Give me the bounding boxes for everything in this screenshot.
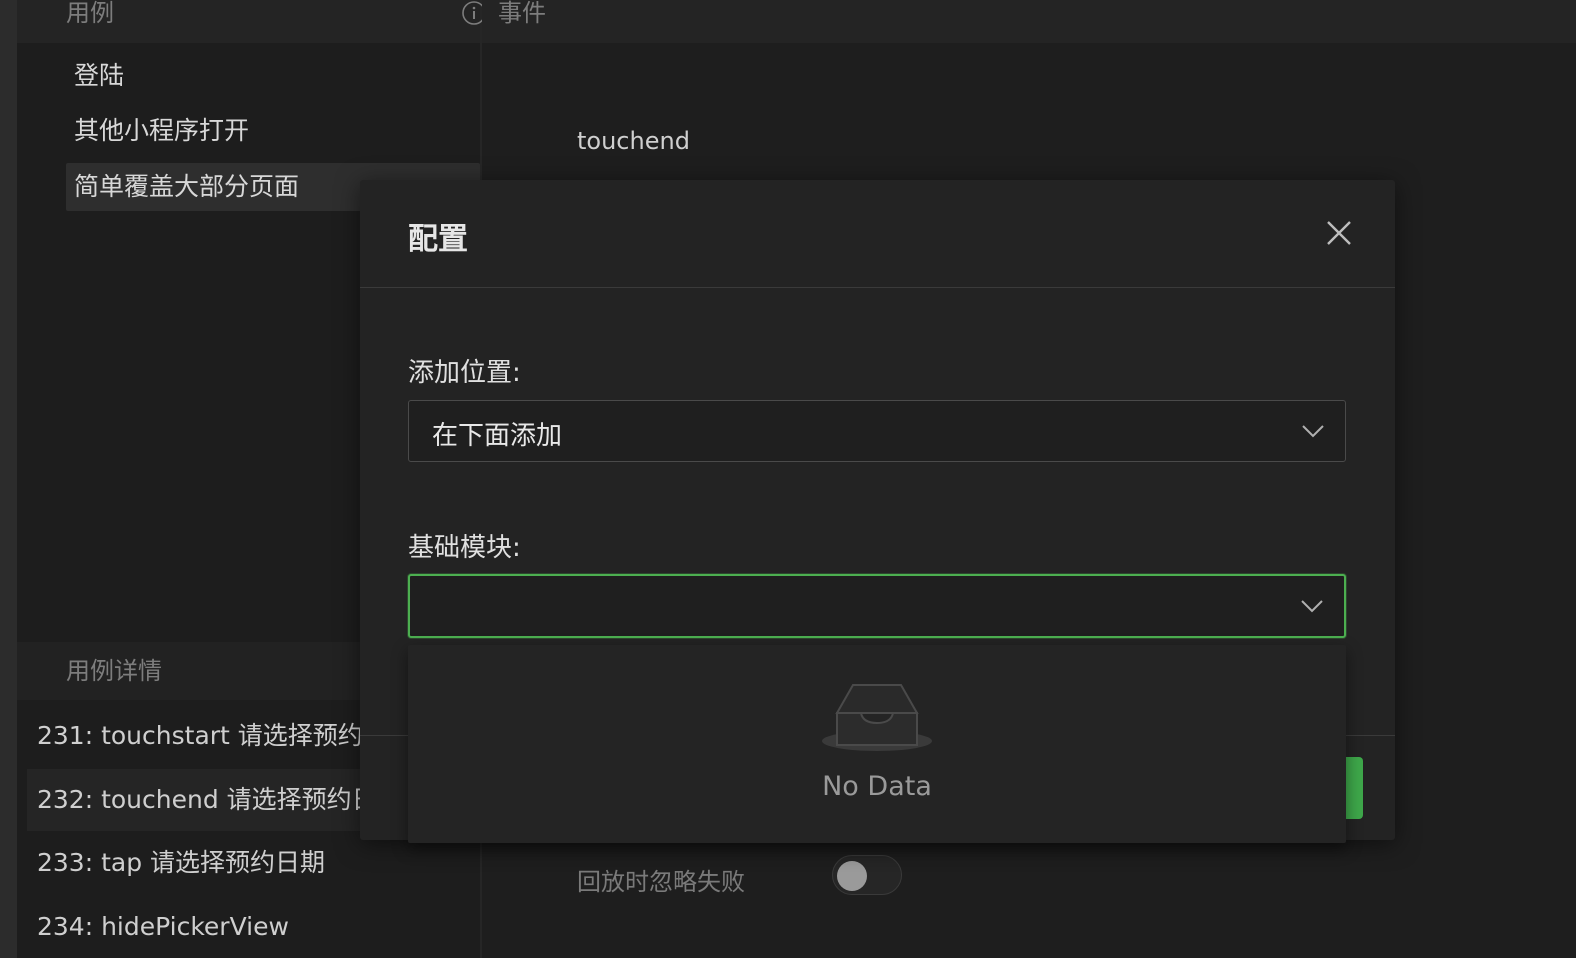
module-dropdown: No Data: [408, 645, 1346, 843]
close-icon[interactable]: [1326, 220, 1352, 246]
event-name: touchend: [577, 127, 690, 155]
left-edge-strip: [0, 0, 17, 958]
events-header: 事件: [482, 0, 1576, 43]
case-detail-title: 用例详情: [66, 657, 162, 685]
module-select[interactable]: [408, 574, 1346, 638]
detail-item-231[interactable]: 231: touchstart 请选择预约: [37, 721, 363, 751]
events-header-title: 事件: [498, 0, 546, 27]
case-item-simple-coverage[interactable]: 简单覆盖大部分页面: [74, 172, 299, 202]
position-label: 添加位置:: [408, 358, 521, 388]
modal-header-divider: [360, 287, 1395, 288]
case-item-login[interactable]: 登陆: [74, 61, 124, 91]
detail-item-234[interactable]: 234: hidePickerView: [37, 912, 289, 942]
case-item-open-miniprogram[interactable]: 其他小程序打开: [74, 116, 249, 146]
module-label: 基础模块:: [408, 533, 521, 563]
detail-item-232[interactable]: 232: touchend 请选择预约日: [37, 785, 377, 815]
position-select[interactable]: 在下面添加: [408, 400, 1346, 462]
empty-state-text: No Data: [822, 771, 932, 802]
detail-item-233[interactable]: 233: tap 请选择预约日期: [37, 848, 325, 878]
modal-title: 配置: [408, 222, 468, 257]
cases-header-title: 用例: [66, 0, 114, 27]
cases-header: 用例: [17, 0, 486, 43]
ignore-failure-toggle[interactable]: [832, 855, 902, 895]
toggle-knob: [837, 861, 867, 891]
empty-inbox-icon: [822, 684, 932, 751]
chevron-down-icon: [1302, 425, 1324, 438]
chevron-down-icon: [1301, 600, 1323, 613]
position-select-value: 在下面添加: [432, 421, 563, 451]
ignore-failure-label: 回放时忽略失败: [577, 868, 745, 896]
